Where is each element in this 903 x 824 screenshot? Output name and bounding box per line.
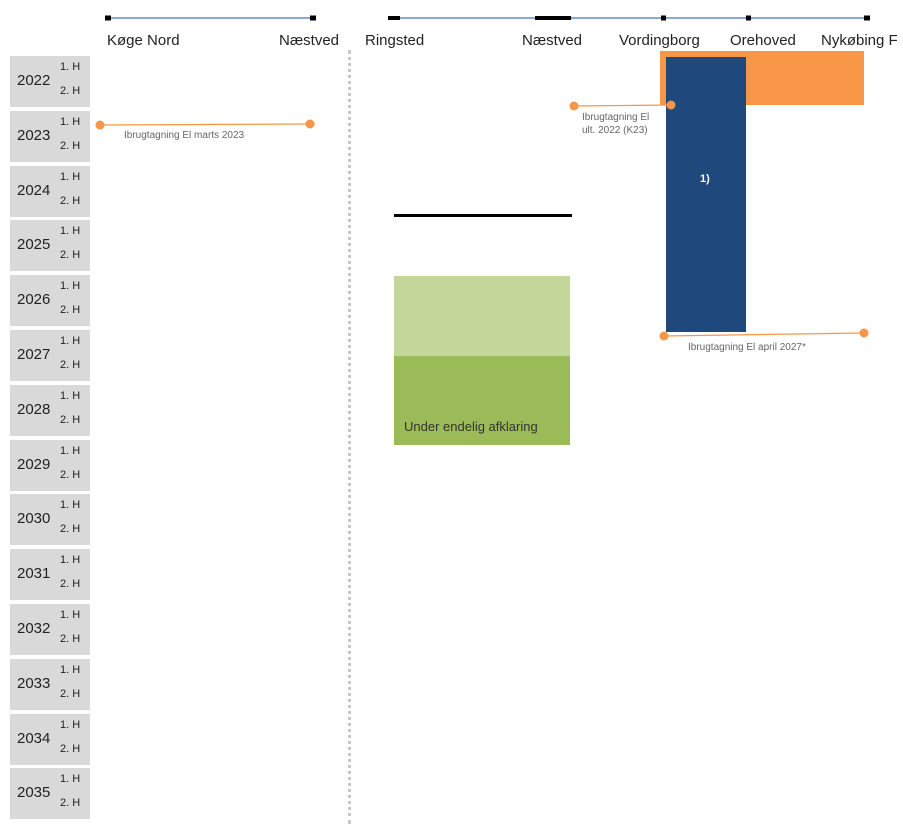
event-note-vordingborg: Ibrugtagning El ult. 2022 (K23) [582,111,649,137]
event-line-vordingborg [573,104,672,107]
event-dot-nykobing-right [859,328,869,338]
event-dot-vordingborg-right [666,100,676,110]
event-dot-vordingborg-left [569,101,579,111]
event-note-vordingborg-line1: Ibrugtagning El [582,112,650,123]
event-note-orehoved: Ibrugtagning El april 2027* [688,342,806,353]
event-lines [95,100,869,341]
event-note-left: Ibrugtagning El marts 2023 [124,130,245,141]
event-dot-orehoved-left [659,331,669,341]
event-dot-naestved [305,119,315,129]
event-line-koge-naestved [99,123,311,126]
event-note-vordingborg-line2: ult. 2022 (K23) [582,125,648,136]
event-line-orehoved [663,332,865,337]
event-dot-koge [95,120,105,130]
